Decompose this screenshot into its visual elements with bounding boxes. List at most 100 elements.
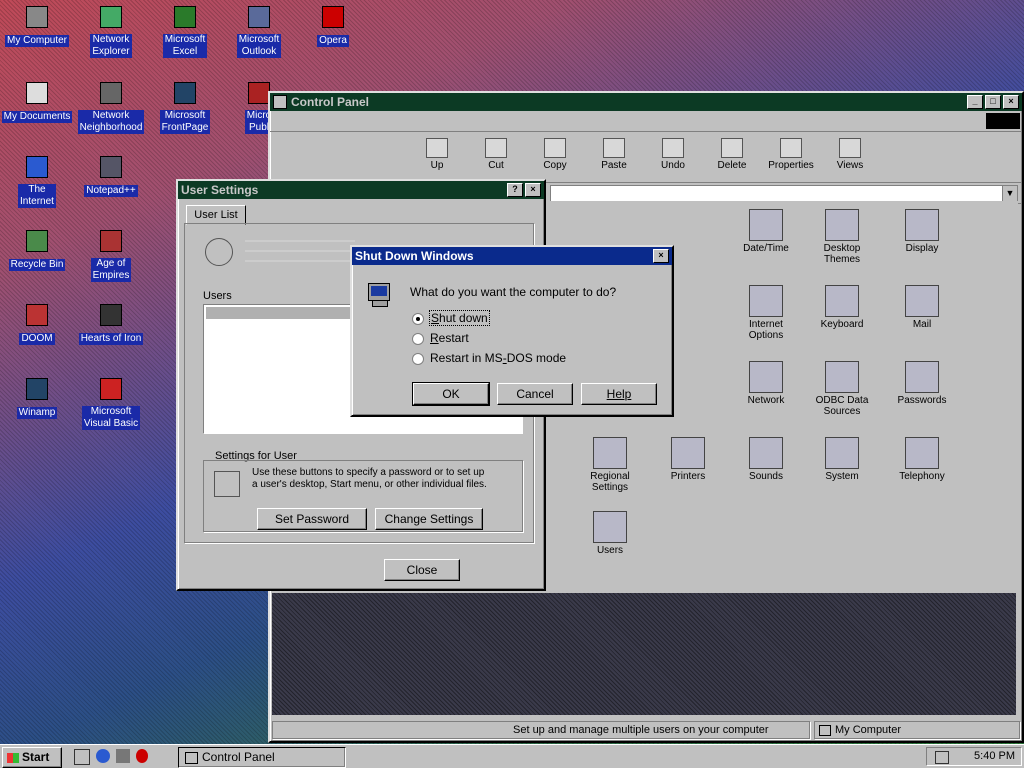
desktop-icon-visual-basic[interactable]: Microsoft Visual Basic (74, 374, 148, 430)
toolbar-label: Delete (717, 160, 747, 171)
desktop-icon-outlook[interactable]: Microsoft Outlook (222, 2, 296, 58)
toolbar-delete-button[interactable]: Delete (707, 138, 757, 171)
cancel-button[interactable]: Cancel (497, 383, 573, 405)
desktop-icon-label: The Internet (18, 184, 56, 208)
radio-button[interactable] (412, 352, 424, 365)
shutdown-dialog[interactable]: Shut Down Windows × What do you want the… (350, 245, 674, 417)
toolbar-label: Properties (768, 160, 814, 171)
radio-button[interactable] (412, 332, 424, 345)
opera-icon[interactable] (136, 749, 148, 763)
control-panel-titlebar[interactable]: Control Panel _ □ × (270, 93, 1022, 111)
internet-explorer-icon (22, 152, 52, 182)
shutdown-titlebar[interactable]: Shut Down Windows × (352, 247, 672, 265)
cp-item-users[interactable]: Users (574, 511, 646, 556)
desktop-icon[interactable] (74, 749, 90, 765)
shutdown-title: Shut Down Windows (355, 249, 474, 263)
cp-item-network[interactable]: Network (730, 361, 802, 406)
control-panel-icon (273, 95, 287, 109)
change-settings-button[interactable]: Change Settings (375, 508, 483, 530)
desktop-icon-winamp[interactable]: Winamp (0, 374, 74, 419)
regional-settings-icon (593, 437, 627, 469)
cp-item-label: Internet Options (748, 319, 784, 341)
toolbar-up-button[interactable]: Up (412, 138, 462, 171)
doom-icon (22, 300, 52, 330)
date-time-icon (749, 209, 783, 241)
toolbar-properties-button[interactable]: Properties (766, 138, 816, 171)
close-button[interactable]: Close (384, 559, 460, 581)
passwords-icon (905, 361, 939, 393)
ok-button[interactable]: OK (412, 382, 490, 406)
desktop-icon-notepad[interactable]: Notepad++ (74, 152, 148, 197)
desktop-icon-hearts-of-iron[interactable]: Hearts of Iron (74, 300, 148, 345)
radio-button[interactable] (412, 312, 424, 325)
desktop-icon-label: Network Neighborhood (77, 110, 145, 134)
internet-options-icon (749, 285, 783, 317)
recycle-bin-icon (22, 226, 52, 256)
toolbar-copy-button[interactable]: Copy (530, 138, 580, 171)
cp-item-passwords[interactable]: Passwords (886, 361, 958, 406)
desktop-icon-opera[interactable]: Opera (296, 2, 370, 47)
taskbar-control-panel[interactable]: Control Panel (178, 747, 346, 768)
help-icon[interactable]: ? (507, 183, 523, 197)
desktop-icon-computer[interactable]: My Computer (0, 2, 74, 47)
internet-explorer-icon[interactable] (96, 749, 110, 763)
users-key-icon (205, 238, 233, 266)
cp-item-date-time[interactable]: Date/Time (730, 209, 802, 254)
cp-item-display[interactable]: Display (886, 209, 958, 254)
menu-bar (270, 111, 1022, 132)
shutdown-option-2[interactable]: Restart in MS-DOS mode (412, 351, 566, 365)
cp-item-telephony[interactable]: Telephony (886, 437, 958, 482)
cp-item-label: Printers (670, 471, 706, 482)
tab-user-list[interactable]: User List (186, 205, 246, 225)
chevron-down-icon[interactable]: ▼ (1002, 186, 1017, 201)
minimize-button[interactable]: _ (967, 95, 983, 109)
desktop-icon-excel[interactable]: Microsoft Excel (148, 2, 222, 58)
address-dropdown[interactable]: ▼ (550, 185, 1018, 202)
toolbar-views-button[interactable]: Views (825, 138, 875, 171)
desktop-icon-frontpage[interactable]: Microsoft FrontPage (148, 78, 222, 134)
desktop-themes-icon (825, 209, 859, 241)
cp-item-keyboard[interactable]: Keyboard (806, 285, 878, 330)
close-button[interactable]: × (1003, 95, 1019, 109)
cp-item-label: Regional Settings (590, 471, 630, 493)
user-settings-titlebar[interactable]: User Settings ? × (178, 181, 544, 199)
clock[interactable]: 5:40 PM (974, 750, 1015, 762)
desktop-icon-label: Age of Empires (90, 258, 132, 282)
desktop-icon-doom[interactable]: DOOM (0, 300, 74, 345)
toolbar-label: Copy (543, 160, 567, 171)
desktop-icon-network-neighborhood[interactable]: Network Neighborhood (74, 78, 148, 134)
desktop-icon-internet-explorer[interactable]: The Internet (0, 152, 74, 208)
desktop-icon-label: Hearts of Iron (78, 333, 144, 345)
desktop-icon-recycle-bin[interactable]: Recycle Bin (0, 226, 74, 271)
speaker-icon[interactable] (935, 751, 949, 764)
cp-item-odbc-data-sources[interactable]: ODBC Data Sources (806, 361, 878, 417)
shutdown-option-1[interactable]: Restart (412, 331, 469, 345)
cp-item-mail[interactable]: Mail (886, 285, 958, 330)
desktop-icon-network[interactable]: Network Explorer (74, 2, 148, 58)
toolbar-paste-button[interactable]: Paste (589, 138, 639, 171)
close-button[interactable]: × (525, 183, 541, 197)
cp-item-label: Passwords (897, 395, 947, 406)
paste-icon (603, 138, 625, 158)
cp-item-internet-options[interactable]: Internet Options (730, 285, 802, 341)
toolbar-cut-button[interactable]: Cut (471, 138, 521, 171)
cp-item-sounds[interactable]: Sounds (730, 437, 802, 482)
toolbar-undo-button[interactable]: Undo (648, 138, 698, 171)
cp-item-printers[interactable]: Printers (652, 437, 724, 482)
start-button[interactable]: Start (2, 747, 62, 768)
control-panel-empty-area (272, 593, 1016, 715)
set-password-button[interactable]: Set Password (257, 508, 367, 530)
cp-item-system[interactable]: System (806, 437, 878, 482)
cp-item-label: Keyboard (820, 319, 864, 330)
cp-item-regional-settings[interactable]: Regional Settings (574, 437, 646, 493)
desktop-icon-folder[interactable]: My Documents (0, 78, 74, 123)
desktop-icon-age-of-empires[interactable]: Age of Empires (74, 226, 148, 282)
shutdown-option-0[interactable]: Shut down (412, 310, 490, 326)
intro-text (245, 236, 355, 276)
system-tray: 5:40 PM (926, 747, 1022, 766)
close-button[interactable]: × (653, 249, 669, 263)
help-button[interactable]: Help (581, 383, 657, 405)
outlook-icon[interactable] (116, 749, 130, 763)
cp-item-desktop-themes[interactable]: Desktop Themes (806, 209, 878, 265)
maximize-button[interactable]: □ (985, 95, 1001, 109)
